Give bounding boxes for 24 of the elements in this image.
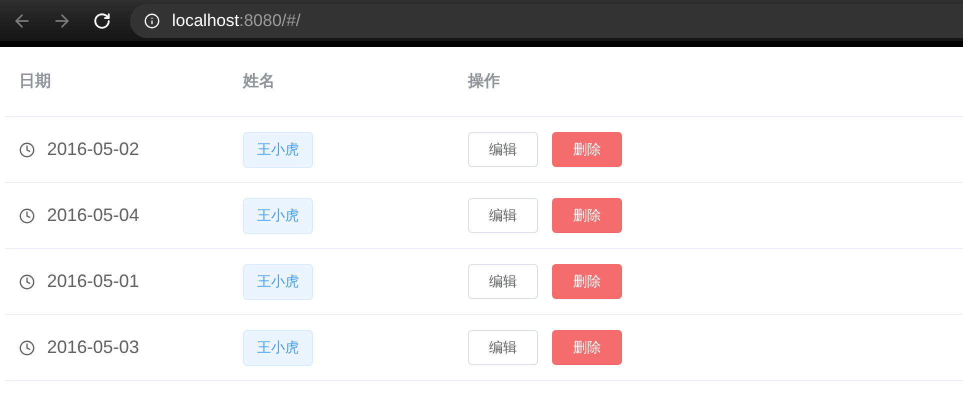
reload-button[interactable]	[92, 10, 112, 30]
name-tag: 王小虎	[243, 132, 313, 168]
edit-button[interactable]: 编辑	[468, 330, 538, 365]
clock-icon	[19, 208, 35, 224]
url-host: localhost	[172, 10, 240, 32]
column-header: 操作	[468, 72, 500, 90]
edit-button[interactable]: 编辑	[468, 264, 538, 299]
name-tag: 王小虎	[243, 330, 313, 366]
clock-icon	[19, 340, 35, 356]
edit-button[interactable]: 编辑	[468, 132, 538, 167]
url-path: :8080/#/	[239, 10, 301, 32]
address-bar[interactable]: localhost:8080/#/	[130, 4, 963, 38]
date-text: 2016-05-03	[47, 336, 140, 359]
column-header: 日期	[19, 72, 51, 90]
date-text: 2016-05-02	[47, 138, 140, 161]
clock-icon	[19, 142, 35, 158]
date-text: 2016-05-01	[47, 270, 140, 293]
name-tag: 王小虎	[243, 264, 313, 300]
column-header: 姓名	[243, 72, 275, 90]
info-icon	[144, 12, 160, 28]
clock-icon	[19, 274, 35, 290]
name-tag: 王小虎	[243, 198, 313, 234]
date-text: 2016-05-04	[47, 204, 140, 227]
edit-button[interactable]: 编辑	[468, 198, 538, 233]
